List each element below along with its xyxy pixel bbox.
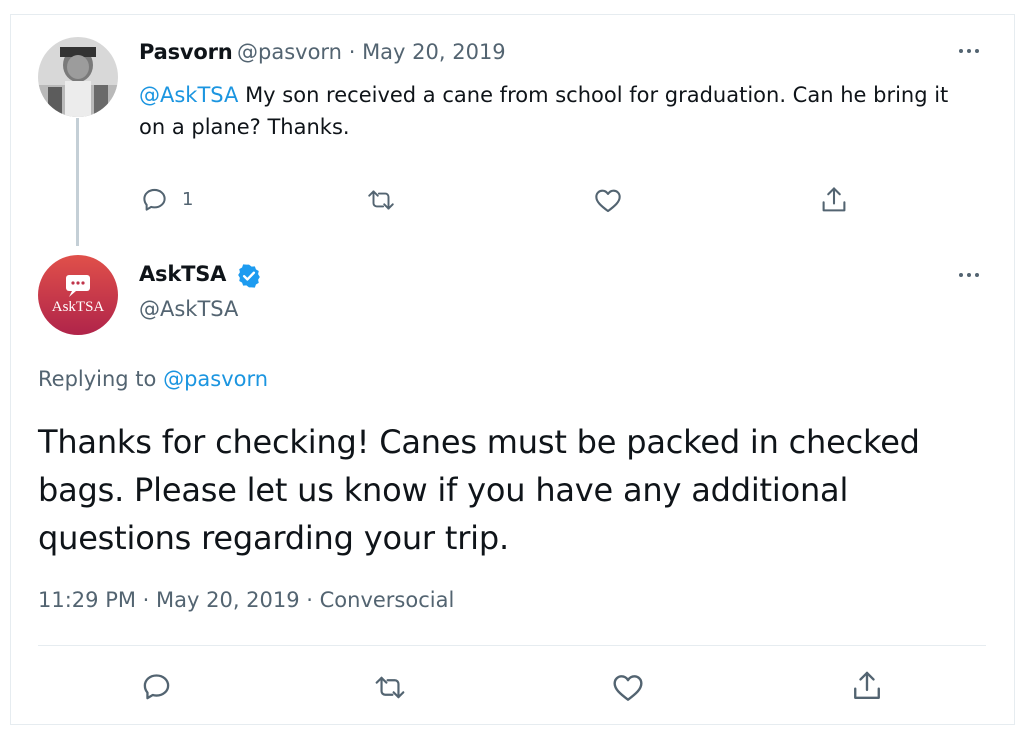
verified-badge-icon xyxy=(238,264,260,288)
main-tweet-text: Thanks for checking! Canes must be packe… xyxy=(38,423,920,557)
pasvorn-avatar[interactable] xyxy=(38,37,118,117)
asktsa-handle[interactable]: @AskTSA xyxy=(139,297,238,321)
reply-icon xyxy=(143,188,166,211)
pasvorn-meta: @pasvorn · May 20, 2019 xyxy=(237,40,506,64)
tweet-timestamp-source[interactable]: 11:29 PM · May 20, 2019 · Conversocial xyxy=(38,588,454,612)
pasvorn-handle[interactable]: @pasvorn xyxy=(237,40,342,64)
replying-prefix: Replying to xyxy=(38,367,164,391)
meta-separator: · xyxy=(348,40,356,64)
pasvorn-date[interactable]: May 20, 2019 xyxy=(362,40,506,64)
parent-share-button[interactable] xyxy=(820,185,848,215)
main-retweet-button[interactable] xyxy=(373,673,407,702)
main-more-icon[interactable] xyxy=(959,273,979,277)
parent-like-button[interactable] xyxy=(594,187,622,213)
parent-reply-button[interactable]: 1 xyxy=(141,186,193,213)
share-icon xyxy=(854,671,880,699)
parent-retweet-button[interactable] xyxy=(366,187,396,213)
replying-to: Replying to @pasvorn xyxy=(38,367,268,391)
thread-connector-line xyxy=(76,118,79,246)
main-share-button[interactable] xyxy=(851,669,883,703)
like-icon xyxy=(595,189,621,213)
asktsa-display-name[interactable]: AskTSA xyxy=(139,262,226,286)
replying-to-handle[interactable]: @pasvorn xyxy=(163,367,268,391)
parent-more-icon[interactable] xyxy=(959,49,979,53)
main-like-button[interactable] xyxy=(612,672,644,702)
mention-asktsa[interactable]: @AskTSA xyxy=(139,83,238,107)
retweet-icon xyxy=(375,676,405,699)
like-icon xyxy=(613,675,643,701)
parent-tweet-text: @AskTSA My son received a cane from scho… xyxy=(139,79,979,143)
actions-divider xyxy=(38,645,986,646)
asktsa-avatar[interactable]: AskTSA xyxy=(38,255,118,335)
main-reply-button[interactable] xyxy=(141,671,172,702)
parent-tweet-body: My son received a cane from school for g… xyxy=(139,83,949,139)
retweet-icon xyxy=(368,190,394,210)
panel-bottom-border xyxy=(10,724,1014,725)
asktsa-avatar-label: AskTSA xyxy=(51,299,105,315)
reply-icon xyxy=(143,674,170,700)
share-icon xyxy=(822,187,846,212)
reply-count: 1 xyxy=(182,189,194,210)
pasvorn-display-name[interactable]: Pasvorn xyxy=(139,40,233,64)
